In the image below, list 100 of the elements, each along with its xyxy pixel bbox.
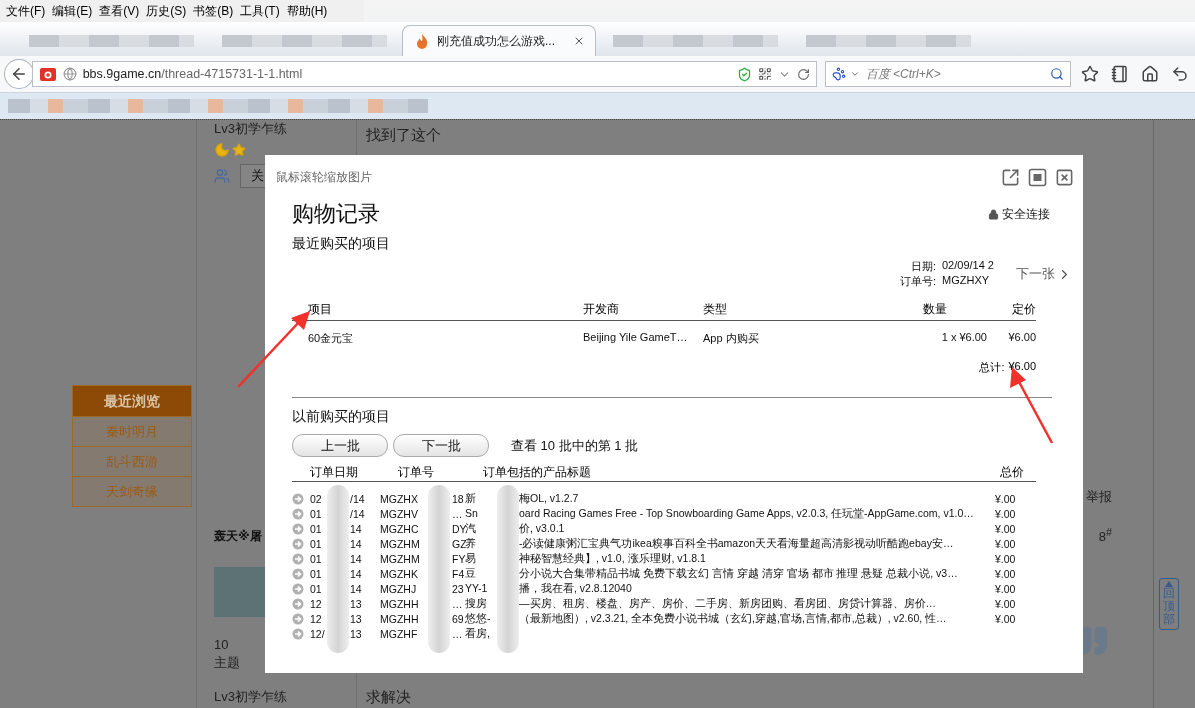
date-label: 日期: — [909, 259, 936, 274]
table-cell: 13 — [350, 627, 362, 640]
arrow-circle-icon[interactable] — [292, 612, 304, 625]
table-cell-text: App 内购买 — [703, 331, 760, 346]
table-cell: 播，我在看, v2.8.12040 — [519, 581, 632, 596]
column-header: 定价 — [1011, 301, 1036, 318]
shield-icon[interactable] — [736, 66, 752, 82]
table-cell: 价, v3.0.1 — [519, 521, 565, 536]
table-cell-text: 新 — [465, 491, 477, 506]
paw-icon[interactable] — [831, 67, 846, 81]
stat-label: 主题 — [214, 654, 241, 672]
arrow-circle-icon[interactable] — [292, 492, 304, 505]
arrow-circle-icon[interactable] — [292, 567, 304, 580]
post-text: 求解决 — [366, 688, 412, 708]
table-cell-text: ¥.00 — [995, 582, 1017, 595]
table-cell-text: 豆 — [465, 566, 477, 581]
floor-number: 8$^{#}$ — [1098, 526, 1112, 545]
search-field[interactable]: 百度 <Ctrl+K> — [863, 66, 1046, 82]
table-cell-text: 01 — [310, 507, 323, 520]
menu-item[interactable]: 历史(S) — [144, 2, 192, 20]
table-cell-text: ¥.00 — [995, 552, 1017, 565]
open-external-icon[interactable] — [1001, 167, 1020, 187]
total-value: ¥6.00 — [1008, 360, 1036, 374]
table-cell-text: 1 x ¥6.00 — [940, 331, 987, 345]
table-cell-text: MGZHJ — [380, 582, 418, 595]
section-heading: 以前购买的项目 — [292, 408, 391, 426]
order-label: 订单号: — [899, 274, 936, 289]
menu-item[interactable]: 编辑(E) — [50, 2, 98, 20]
moon-icon — [214, 142, 230, 158]
fit-window-icon[interactable] — [1028, 167, 1047, 187]
menu-item[interactable]: 工具(T) — [238, 2, 285, 20]
url-text: bbs.9game.cn/thread-4715731-1-1.html — [82, 67, 303, 81]
arrow-circle-icon[interactable] — [292, 552, 304, 565]
next-batch-button[interactable]: 下一批 — [393, 434, 489, 457]
camera-icon[interactable] — [38, 66, 57, 82]
arrow-circle-icon[interactable] — [292, 507, 304, 520]
address-field[interactable]: bbs.9game.cn/thread-4715731-1-1.html — [31, 61, 817, 87]
table-cell-text: 汽 — [465, 521, 477, 536]
search-icon[interactable] — [1050, 67, 1064, 81]
bookmark-star-icon[interactable] — [1079, 63, 1101, 85]
previous-batch-button[interactable]: 上一批 — [292, 434, 388, 457]
close-icon[interactable] — [1055, 167, 1074, 187]
table-cell: F4 — [452, 567, 465, 580]
table-cell: 69 — [452, 612, 464, 625]
table-cell-text: 悠悠- — [465, 611, 492, 626]
table-cell: 梅OL, v1.2.7 — [519, 491, 579, 506]
qr-code-icon[interactable] — [757, 67, 772, 81]
menu-item[interactable]: 文件(F) — [4, 2, 51, 20]
search-bar[interactable]: 百度 <Ctrl+K> — [824, 61, 1071, 87]
column-header: 数量 — [923, 301, 948, 318]
browser-tab[interactable]: 刚充值成功怎么游戏... — [402, 25, 596, 56]
table-cell-text: ¥.00 — [995, 522, 1017, 535]
table-cell: 神秘智慧经典】, v1.0, 涨乐理财, v1.8.1 — [519, 551, 706, 566]
star-icon — [232, 143, 246, 157]
arrow-circle-icon[interactable] — [292, 582, 304, 595]
reload-icon[interactable] — [796, 67, 810, 81]
table-cell-text: 养 — [465, 536, 477, 551]
table-cell: 13 — [350, 612, 362, 625]
table-cell-text: 01 — [310, 522, 323, 535]
date-value: 02/09/14 2 — [942, 259, 995, 273]
post-text: 找到了这个 — [366, 126, 442, 145]
secure-label: 安全连接 — [1002, 205, 1050, 223]
back-button[interactable] — [4, 59, 34, 89]
arrow-circle-icon[interactable] — [292, 597, 304, 610]
column-header: 类型 — [703, 301, 728, 318]
user-rank: Lv3初学乍练 — [214, 120, 288, 138]
triangle-icon — [1165, 581, 1173, 587]
arrow-circle-icon[interactable] — [292, 627, 304, 640]
next-link[interactable]: 下一张 — [1016, 265, 1072, 283]
table-cell: 14 — [350, 582, 362, 595]
table-cell-text: MGZHM — [380, 537, 421, 550]
table-cell-text: ¥.00 — [995, 492, 1017, 505]
table-cell-text: ¥.00 — [995, 567, 1017, 580]
column-header: 开发商 — [583, 301, 620, 318]
arrow-circle-icon[interactable] — [292, 522, 304, 535]
batch-info: 查看 10 批中的第 1 批 — [511, 436, 639, 455]
menu-item[interactable]: 书签(B) — [191, 2, 239, 20]
flame-icon — [415, 33, 429, 49]
table-cell-text: 01 — [310, 582, 323, 595]
column-header: 订单日期 — [310, 465, 359, 480]
table-cell-text: 02 — [310, 492, 323, 505]
table-cell-text: MGZHM — [380, 552, 421, 565]
menu-item[interactable]: 查看(V) — [97, 2, 145, 20]
menu-item[interactable]: 帮助(H) — [284, 2, 333, 20]
arrow-circle-icon[interactable] — [292, 537, 304, 550]
table-cell: 14 — [350, 522, 362, 535]
column-header: 订单包括的产品标题 — [483, 465, 592, 480]
table-cell: /14 — [350, 507, 365, 520]
table-cell: … — [452, 627, 463, 640]
table-cell: … — [452, 597, 463, 610]
close-icon[interactable] — [573, 35, 585, 47]
table-cell-text: ¥.00 — [995, 537, 1017, 550]
table-cell-text: 12 — [310, 612, 323, 625]
table-cell: 23 — [452, 582, 464, 595]
dropdown-icon[interactable] — [849, 69, 860, 79]
table-cell: 14 — [350, 552, 362, 565]
report-link[interactable]: 举报 — [1086, 488, 1112, 506]
table-cell: 分小说大合集带精品书城 免费下载玄幻 言情 穿越 清穿 官场 都市 推理 悬疑 总裁小说, v3… — [519, 566, 958, 581]
table-cell-text: ¥.00 — [995, 507, 1017, 520]
table-cell-text: 01 — [310, 567, 323, 580]
